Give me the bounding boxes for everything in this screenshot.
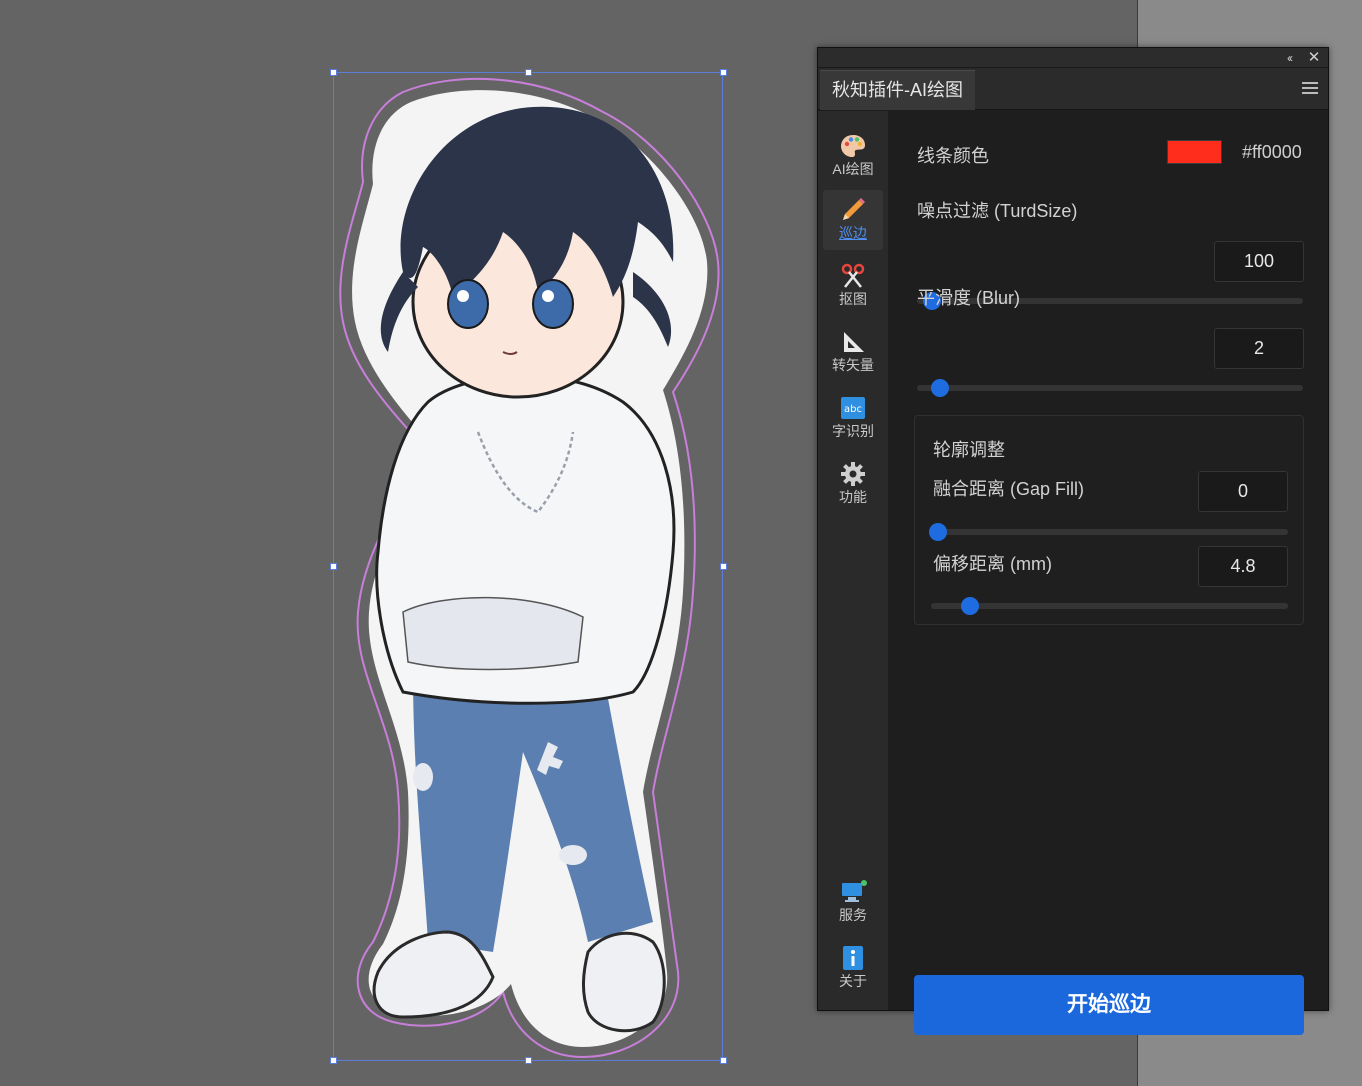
blur-input[interactable] [1214,328,1304,369]
gap-fill-slider[interactable] [929,523,1288,541]
sidebar-nav: AI绘图 巡边 抠图 转矢量 abc 字识别 功能 服务 关于 [818,111,888,1010]
panel-body: AI绘图 巡边 抠图 转矢量 abc 字识别 功能 服务 关于 线条颜色 #ff… [818,111,1328,1035]
sidebar-item-ai-draw[interactable]: AI绘图 [823,126,883,186]
close-icon[interactable]: ✕ [1306,50,1322,66]
slider-thumb[interactable] [931,379,950,397]
resize-handle-middle-right[interactable] [720,563,727,570]
contour-adjust-title: 轮廓调整 [933,440,1005,460]
monitor-status-icon [842,880,867,902]
start-edge-trace-button[interactable]: 开始巡边 [914,975,1304,1035]
palette-icon [841,135,865,157]
turdsize-label: 噪点过滤 (TurdSize) [917,201,1078,221]
resize-handle-bottom-center[interactable] [525,1057,532,1064]
plugin-panel: ‹‹ ✕ 秋知插件-AI绘图 AI绘图 巡边 抠图 转矢量 abc 字识别 功能… [817,47,1329,1035]
offset-distance-label: 偏移距离 (mm) [933,554,1052,574]
sidebar-item-label: AI绘图 [832,161,874,177]
gap-fill-label: 融合距离 (Gap Fill) [933,479,1085,499]
info-icon [843,946,863,970]
scissors-icon [841,263,865,288]
sidebar-item-service[interactable]: 服务 [823,872,883,932]
triangle-ruler-icon [844,332,864,352]
offset-distance-input[interactable] [1198,546,1288,587]
sidebar-item-label: 巡边 [839,225,867,241]
resize-handle-bottom-right[interactable] [720,1057,727,1064]
sidebar-item-label: 服务 [839,907,867,923]
resize-handle-top-left[interactable] [330,69,337,76]
panel-tab-bar: 秋知插件-AI绘图 [818,68,1328,110]
sidebar-item-label: 转矢量 [832,357,874,373]
selection-bounding-box[interactable] [333,72,723,1061]
resize-handle-bottom-left[interactable] [330,1057,337,1064]
blur-label: 平滑度 (Blur) [917,288,1020,308]
abc-text-icon: abc [841,397,865,419]
panel-top-bar: ‹‹ ✕ [818,48,1328,68]
line-color-swatch[interactable] [1167,140,1222,164]
resize-handle-top-center[interactable] [525,69,532,76]
pencil-icon [843,198,865,220]
sidebar-item-about[interactable]: 关于 [823,938,883,998]
panel-tab-title[interactable]: 秋知插件-AI绘图 [820,70,976,110]
blur-slider[interactable] [917,379,1303,397]
gap-fill-input[interactable] [1198,471,1288,512]
line-color-hex: #ff0000 [1242,142,1302,162]
sidebar-item-label: 抠图 [839,291,867,307]
double-chevron-left-icon[interactable]: ‹‹ [1281,50,1297,66]
sidebar-item-label: 功能 [839,489,867,505]
line-color-label: 线条颜色 [917,146,989,166]
sidebar-item-label: 字识别 [832,423,874,439]
svg-text:abc: abc [844,404,862,415]
sidebar-item-text-recognition[interactable]: abc 字识别 [823,388,883,448]
sidebar-item-cutout[interactable]: 抠图 [823,256,883,316]
turdsize-input[interactable] [1214,241,1304,282]
sidebar-item-vectorize[interactable]: 转矢量 [823,322,883,382]
resize-handle-middle-left[interactable] [330,563,337,570]
edge-trace-settings: 线条颜色 #ff0000 噪点过滤 (TurdSize) 平滑度 (Blur) … [888,111,1328,1035]
slider-thumb[interactable] [929,523,948,541]
offset-distance-slider[interactable] [931,597,1288,615]
contour-adjust-group: 轮廓调整 融合距离 (Gap Fill) 偏移距离 (mm) [914,415,1304,625]
sidebar-item-label: 关于 [839,973,867,989]
resize-handle-top-right[interactable] [720,69,727,76]
sidebar-item-functions[interactable]: 功能 [823,454,883,514]
slider-thumb[interactable] [961,597,980,615]
sidebar-item-edge-trace[interactable]: 巡边 [823,190,883,250]
hamburger-menu-icon[interactable] [1302,82,1318,94]
gear-icon [841,462,865,486]
